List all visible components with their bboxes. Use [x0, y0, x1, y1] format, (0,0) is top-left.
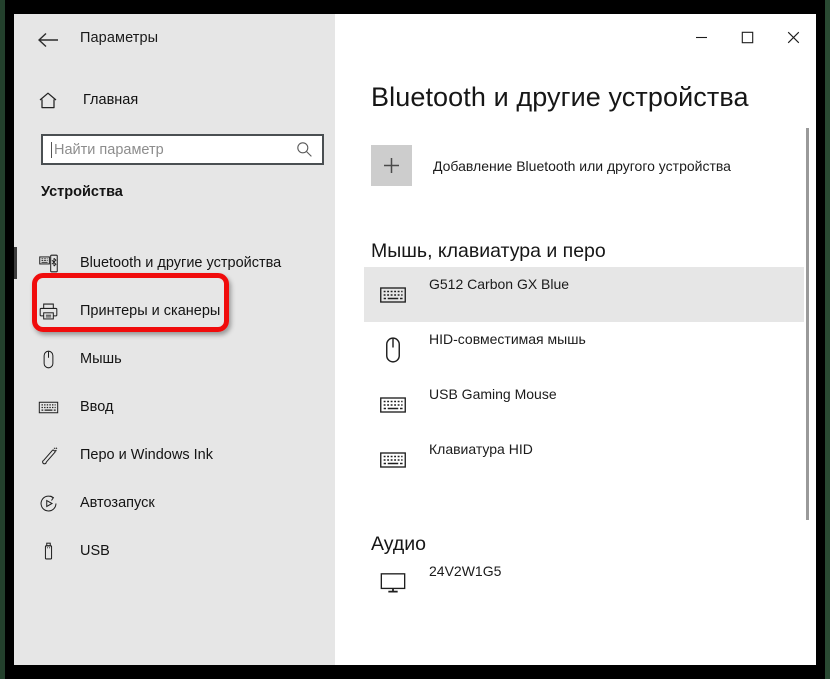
sidebar-titlebar: Параметры — [14, 14, 335, 64]
group-heading-devices: Мышь, клавиатура и перо — [371, 240, 606, 263]
keyboard-icon — [38, 397, 59, 418]
active-indicator — [14, 439, 17, 471]
mouse-icon — [38, 349, 59, 370]
keyboard-icon — [379, 446, 407, 474]
sidebar-item-label: Автозапуск — [80, 495, 155, 511]
device-label: G512 Carbon GX Blue — [429, 276, 569, 292]
pen-icon — [35, 442, 61, 468]
add-device-button[interactable]: Добавление Bluetooth или другого устройс… — [371, 145, 731, 186]
bluetooth-devices-icon — [38, 253, 59, 274]
usb-icon — [38, 541, 59, 562]
keyboard-icon — [371, 275, 415, 315]
keyboard-icon — [371, 440, 415, 480]
maximize-icon — [741, 31, 754, 44]
sidebar-item-3[interactable]: Ввод — [14, 383, 335, 431]
pen-icon — [38, 445, 59, 466]
device-label: USB Gaming Mouse — [429, 386, 557, 402]
window-controls — [678, 14, 816, 60]
back-arrow-icon — [38, 32, 60, 48]
sidebar-item-label: Мышь — [80, 351, 122, 367]
keyboard-icon — [35, 394, 61, 420]
keyboard-icon — [379, 391, 407, 419]
search-caret — [51, 142, 52, 158]
mouse-icon — [371, 330, 415, 370]
mouse-icon — [35, 346, 61, 372]
sidebar-item-home[interactable]: Главная — [14, 82, 335, 118]
sidebar-item-4[interactable]: Перо и Windows Ink — [14, 431, 335, 479]
bluetooth-devices-icon — [35, 250, 61, 276]
monitor-icon — [379, 568, 407, 596]
active-indicator — [14, 487, 17, 519]
sidebar-item-label: Принтеры и сканеры — [80, 303, 220, 319]
active-indicator — [14, 247, 17, 279]
settings-window: Параметры Главная Найти параметр — [14, 14, 816, 665]
sidebar-item-6[interactable]: USB — [14, 527, 335, 575]
device-label: Клавиатура HID — [429, 441, 533, 457]
app-title: Параметры — [80, 30, 158, 46]
minimize-button[interactable] — [678, 14, 724, 60]
usb-icon — [35, 538, 61, 564]
keyboard-icon — [379, 281, 407, 309]
active-indicator — [14, 391, 17, 423]
autoplay-icon — [35, 490, 61, 516]
content-pane: Bluetooth и другие устройства Добавление… — [335, 14, 816, 665]
sidebar-item-label: Перо и Windows Ink — [80, 447, 213, 463]
sidebar-item-2[interactable]: Мышь — [14, 335, 335, 383]
device-row[interactable]: G512 Carbon GX Blue — [364, 267, 804, 322]
sidebar-item-5[interactable]: Автозапуск — [14, 479, 335, 527]
maximize-button[interactable] — [724, 14, 770, 60]
active-indicator — [14, 535, 17, 567]
group-heading-audio: Аудио — [371, 533, 426, 556]
device-row[interactable]: HID-совместимая мышь — [364, 322, 804, 377]
back-button[interactable] — [36, 27, 62, 53]
device-row[interactable]: USB Gaming Mouse — [364, 377, 804, 432]
keyboard-icon — [371, 385, 415, 425]
autoplay-icon — [38, 493, 59, 514]
minimize-icon — [695, 31, 708, 44]
sidebar-item-0[interactable]: Bluetooth и другие устройства — [14, 239, 335, 287]
printer-icon — [35, 298, 61, 324]
sidebar-item-label: Ввод — [80, 399, 113, 415]
add-device-label: Добавление Bluetooth или другого устройс… — [433, 158, 731, 174]
device-label: 24V2W1G5 — [429, 563, 501, 579]
sidebar-item-label: Bluetooth и другие устройства — [80, 255, 281, 271]
sidebar-item-label: USB — [80, 543, 110, 559]
content-scrollbar[interactable] — [806, 128, 809, 520]
plus-icon — [371, 145, 412, 186]
device-row[interactable]: 24V2W1G5 — [364, 554, 804, 609]
active-indicator — [14, 343, 17, 375]
close-button[interactable] — [770, 14, 816, 60]
search-icon[interactable] — [292, 141, 316, 158]
home-icon — [36, 88, 60, 112]
sidebar-nav-list: Bluetooth и другие устройства Принтеры и … — [14, 239, 335, 575]
frame-edge-right — [825, 0, 830, 679]
close-icon — [787, 31, 800, 44]
sidebar-category-label: Устройства — [41, 184, 123, 200]
search-box[interactable]: Найти параметр — [41, 134, 324, 165]
mouse-icon — [378, 335, 408, 365]
device-label: HID-совместимая мышь — [429, 331, 586, 347]
sidebar-item-1[interactable]: Принтеры и сканеры — [14, 287, 335, 335]
frame-edge-left — [0, 0, 5, 679]
printer-icon — [38, 301, 59, 322]
active-indicator — [14, 295, 17, 327]
outer-frame: Параметры Главная Найти параметр — [0, 0, 830, 679]
search-input[interactable]: Найти параметр — [54, 142, 292, 158]
sidebar-item-home-label: Главная — [83, 92, 138, 108]
sidebar: Параметры Главная Найти параметр — [14, 14, 335, 665]
device-row[interactable]: Клавиатура HID — [364, 432, 804, 487]
monitor-icon — [371, 562, 415, 602]
page-title: Bluetooth и другие устройства — [371, 82, 749, 113]
